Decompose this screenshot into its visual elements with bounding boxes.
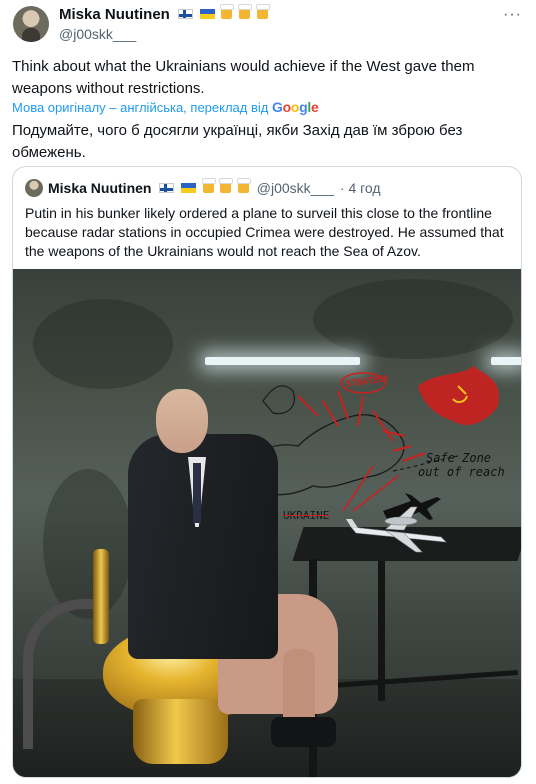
author-handle[interactable]: @j00skk___ — [59, 26, 136, 42]
golden-pipe — [93, 549, 109, 644]
lowered-pants — [271, 717, 336, 747]
ukraine-flag-icon — [199, 9, 215, 19]
hose — [23, 599, 103, 749]
quoted-tweet-card[interactable]: Miska Nuutinen @j00skk___ · 4 год Putin … — [12, 166, 522, 778]
beer-mug-icon — [201, 178, 216, 193]
quoted-time: · 4 год — [339, 180, 381, 196]
media-image[interactable]: STRATEGY UKRAINE Safe Zone out of reach — [13, 269, 521, 777]
tweet: Miska Nuutinen @j00skk___ ··· Think abou… — [0, 0, 536, 784]
more-options-icon[interactable]: ··· — [503, 6, 522, 24]
finland-flag-icon — [178, 9, 194, 19]
ukraine-flag-icon — [180, 183, 196, 193]
finland-flag-icon — [159, 183, 175, 193]
beer-mug-icon — [255, 4, 270, 19]
out-of-reach-label: out of reach — [418, 465, 505, 479]
google-logo: Google — [272, 99, 319, 115]
beer-mug-icon — [219, 178, 234, 193]
beer-mug-icon — [237, 4, 252, 19]
beer-mug-icon — [236, 178, 251, 193]
name-emoji-row — [178, 4, 270, 21]
quoted-handle: @j00skk___ — [256, 180, 335, 196]
author-name-row[interactable]: Miska Nuutinen — [59, 4, 270, 23]
golden-toilet-base — [133, 699, 228, 764]
translation-attribution[interactable]: Мова оригіналу – англійська, переклад ві… — [12, 99, 319, 115]
avatar[interactable] — [13, 6, 49, 42]
author-name[interactable]: Miska Nuutinen — [59, 6, 170, 23]
tweet-text: Think about what the Ukrainians would ac… — [12, 58, 475, 97]
ukraine-label: UKRAINE — [283, 509, 330, 522]
translation-label[interactable]: Мова оригіналу – англійська, переклад ві… — [12, 100, 268, 115]
translated-text: Подумайте, чого б досягли українці, якби… — [12, 122, 463, 161]
quoted-emoji-row — [159, 178, 251, 195]
quoted-author-name: Miska Nuutinen — [48, 180, 152, 196]
person-tie — [193, 463, 201, 523]
awacs-plane-model — [346, 506, 447, 553]
quoted-header: Miska Nuutinen @j00skk___ · 4 год — [48, 178, 381, 196]
quoted-avatar — [25, 179, 43, 197]
quoted-text: Putin in his bunker likely ordered a pla… — [25, 205, 504, 259]
person-head — [156, 389, 208, 453]
safe-zone-label: Safe Zone — [426, 451, 492, 465]
beer-mug-icon — [220, 4, 235, 19]
